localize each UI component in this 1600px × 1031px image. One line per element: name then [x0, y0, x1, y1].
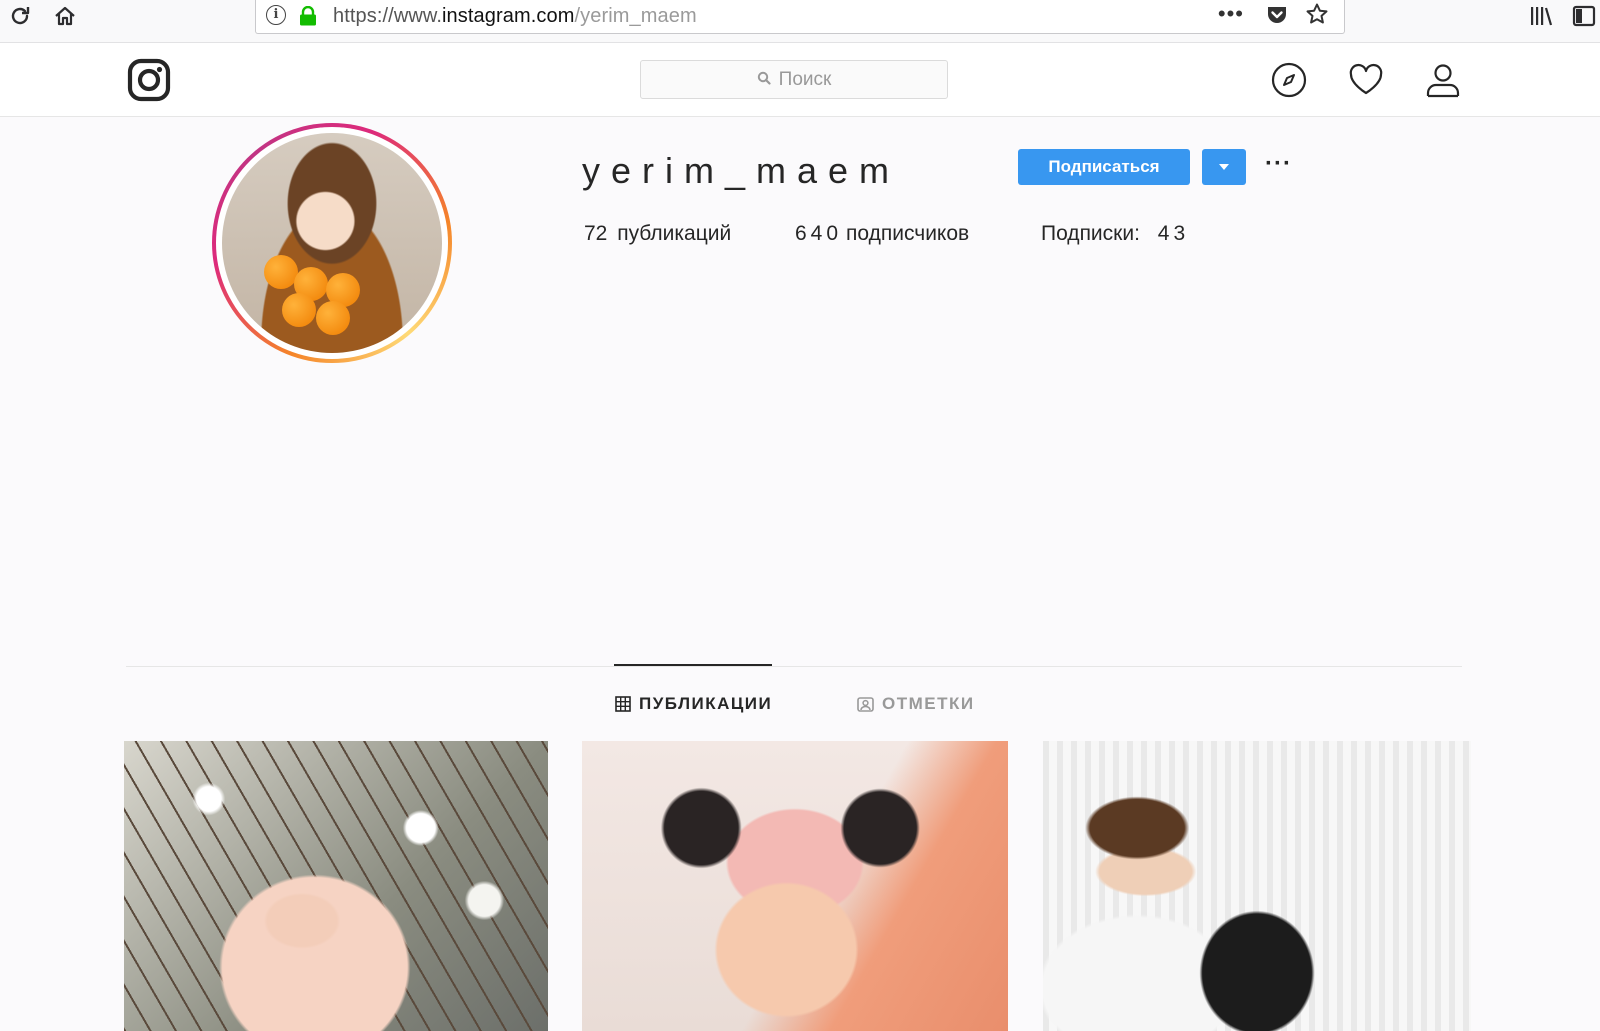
tab-posts[interactable]: ПУБЛИКАЦИИ — [615, 694, 772, 714]
pocket-icon[interactable] — [1266, 5, 1288, 30]
url-bar[interactable]: i https://www.instagram.com/yerim_maem •… — [255, 0, 1345, 34]
post-thumbnail[interactable] — [124, 741, 548, 1031]
library-icon[interactable] — [1528, 2, 1556, 30]
tagged-icon — [857, 697, 874, 712]
follow-button[interactable]: Подписаться — [1018, 149, 1190, 185]
info-icon[interactable]: i — [266, 5, 286, 25]
chevron-down-icon — [1219, 164, 1229, 170]
star-icon[interactable] — [1305, 2, 1329, 32]
active-tab-indicator — [614, 664, 772, 666]
avatar-photo — [222, 133, 442, 353]
follow-options-button[interactable] — [1202, 149, 1246, 185]
profile-avatar[interactable] — [212, 123, 452, 363]
home-icon[interactable] — [51, 2, 79, 30]
following-link[interactable]: Подписки: 43 — [1041, 222, 1193, 246]
instagram-logo-icon[interactable] — [127, 58, 171, 102]
tabs-divider — [126, 666, 1462, 667]
heart-icon[interactable] — [1347, 61, 1385, 99]
sidebar-icon[interactable] — [1570, 2, 1598, 30]
reload-icon[interactable] — [6, 2, 34, 30]
posts-count: 72 публикаций — [584, 222, 732, 245]
followers-link[interactable]: 640 подписчиков — [795, 222, 969, 246]
search-input[interactable]: Поиск — [640, 60, 948, 99]
explore-compass-icon[interactable] — [1270, 61, 1308, 99]
browser-toolbar: i https://www.instagram.com/yerim_maem •… — [0, 0, 1600, 43]
profile-icon[interactable] — [1424, 61, 1462, 99]
lock-icon[interactable] — [299, 5, 317, 31]
grid-icon — [615, 696, 631, 712]
search-placeholder: Поиск — [778, 68, 832, 90]
instagram-header: Поиск — [0, 43, 1600, 117]
post-thumbnail[interactable] — [582, 741, 1008, 1031]
post-thumbnail[interactable] — [1043, 741, 1471, 1031]
page-actions-menu[interactable]: ••• — [1218, 1, 1244, 27]
profile-username: yerim_maem — [582, 150, 901, 191]
url-text[interactable]: https://www.instagram.com/yerim_maem — [333, 5, 697, 28]
url-host: instagram.com — [442, 5, 575, 27]
search-icon — [757, 69, 771, 91]
url-path: /yerim_maem — [574, 5, 697, 27]
tab-tagged[interactable]: ОТМЕТКИ — [857, 694, 975, 714]
profile-options-button[interactable]: ··· — [1265, 150, 1292, 178]
